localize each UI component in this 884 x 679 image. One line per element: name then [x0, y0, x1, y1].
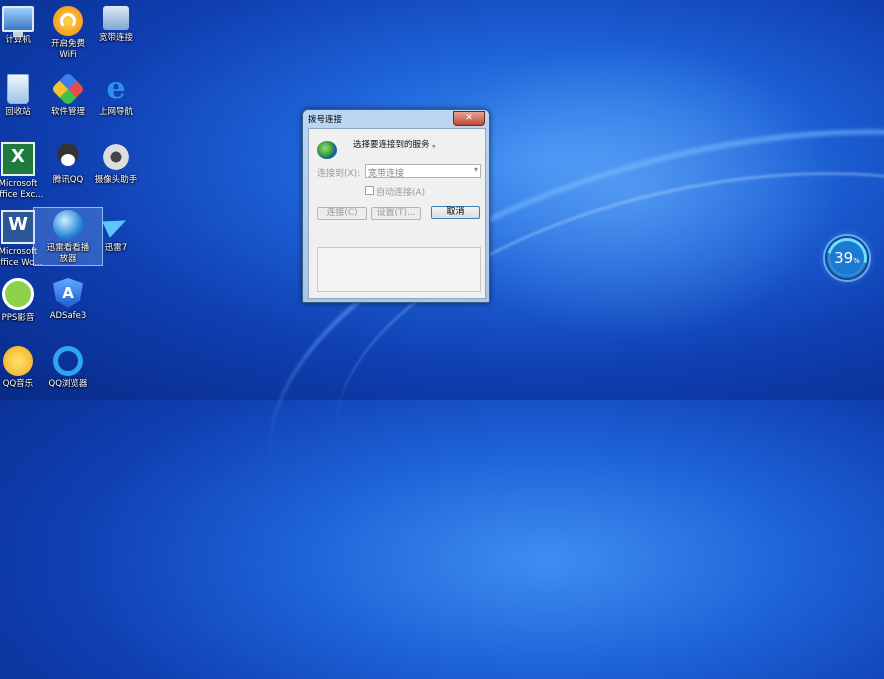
chevron-down-icon: ▾	[473, 165, 478, 174]
dialog-titlebar[interactable]: 拨号连接 ✕	[303, 110, 489, 127]
excel-icon: X	[1, 142, 35, 176]
network-globe-icon	[317, 141, 337, 159]
dialup-dialog: 拨号连接 ✕ 选择要连接到的服务 。 连接到(X): 宽带连接 ▾ 自动连接(A…	[302, 109, 490, 303]
auto-connect-label: 自动连接(A)	[376, 188, 426, 198]
recycle-bin-icon	[7, 74, 29, 104]
software-manager-icon	[51, 72, 85, 106]
computer-icon	[2, 6, 34, 37]
word-icon: W	[1, 210, 35, 244]
desktop-icon-camera-assistant[interactable]: 摄像头助手	[82, 140, 150, 186]
cancel-button[interactable]: 取消	[431, 206, 480, 219]
dialog-title: 拨号连接	[308, 115, 343, 125]
auto-connect-checkbox[interactable]	[365, 186, 374, 195]
status-area	[317, 247, 481, 292]
xunlei-bird-icon	[101, 210, 131, 240]
memory-usage-widget[interactable]: 39%	[819, 230, 875, 286]
desktop-icon-label: 宽带连接	[98, 33, 133, 43]
internet-explorer-icon: e	[106, 71, 126, 106]
webcam-icon	[101, 142, 131, 172]
wifi-icon	[53, 6, 83, 36]
desktop-icon-xunlei7[interactable]: 迅雷7	[82, 208, 150, 254]
usage-readout: 39%	[825, 249, 869, 267]
connect-to-label: 连接到(X):	[317, 169, 361, 179]
dialog-heading: 选择要连接到的服务 。	[353, 140, 441, 150]
usage-unit: %	[853, 257, 860, 265]
qq-browser-icon	[53, 346, 83, 376]
desktop-icon-broadband[interactable]: 宽带连接	[82, 4, 150, 44]
connect-to-value: 宽带连接	[368, 169, 405, 179]
desktop-icon-adsafe[interactable]: A ADSafe3	[34, 276, 102, 322]
dialog-client: 选择要连接到的服务 。 连接到(X): 宽带连接 ▾ 自动连接(A) 连接(C)…	[308, 128, 486, 299]
usage-value: 39	[834, 249, 854, 267]
connect-to-select[interactable]: 宽带连接 ▾	[365, 164, 481, 179]
desktop-icon-label: 迅雷7	[104, 243, 128, 253]
desktop-icon-label: 上网导航	[98, 107, 133, 117]
desktop-icon-web-nav[interactable]: e 上网导航	[82, 72, 150, 118]
settings-button[interactable]: 设置(T)...	[371, 207, 421, 220]
xunlei-player-icon	[53, 210, 83, 240]
desktop-icon-label: 摄像头助手	[94, 175, 138, 185]
pps-player-icon	[2, 278, 34, 310]
network-connection-icon	[103, 6, 129, 30]
close-icon: ✕	[465, 113, 473, 123]
adsafe-shield-icon: A	[53, 278, 83, 308]
desktop-icon-label: ADSafe3	[49, 311, 87, 321]
close-button[interactable]: ✕	[453, 111, 485, 126]
qq-music-icon	[3, 346, 33, 376]
desktop-icon-label: QQ浏览器	[48, 379, 88, 389]
connect-button[interactable]: 连接(C)	[317, 207, 367, 220]
qq-penguin-icon	[53, 142, 83, 172]
desktop-icon-qq-browser[interactable]: QQ浏览器	[34, 344, 102, 390]
